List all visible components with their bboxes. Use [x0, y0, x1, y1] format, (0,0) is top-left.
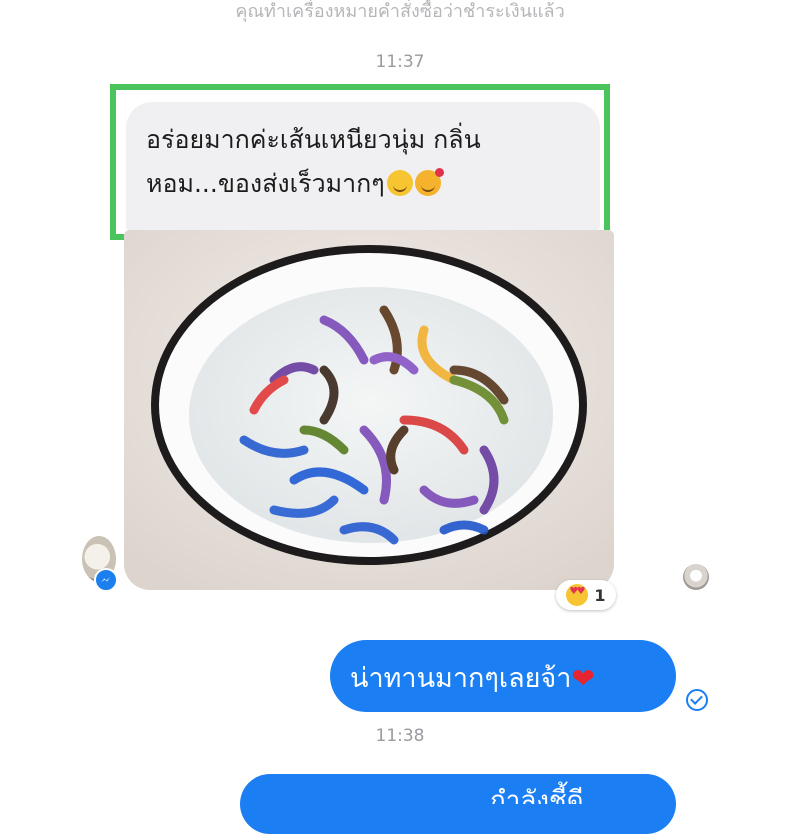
system-message: คุณทำเครื่องหมายคำสั่งซื้อว่าชำระเงินแล้… — [235, 1, 565, 22]
reaction-badge[interactable]: 1 — [556, 580, 616, 610]
heart-eyes-icon — [566, 584, 589, 606]
food-photo[interactable] — [124, 230, 614, 590]
outgoing-message-text: น่าทานมากๆเลยจ้า❤ — [350, 656, 595, 699]
reaction-count: 1 — [594, 585, 606, 605]
dessert-bowl-image — [124, 230, 614, 590]
timestamp: 11:37 — [375, 52, 425, 72]
outgoing-message-content: น่าทานมากๆเลยจ้า — [350, 663, 572, 694]
seen-avatar-icon — [683, 564, 709, 590]
outgoing-message-bubble-2[interactable] — [240, 774, 676, 834]
delivered-check-icon — [686, 689, 708, 711]
highlight-frame — [110, 84, 610, 240]
red-heart-icon: ❤ — [571, 662, 595, 695]
outgoing-message-text-2: กำลังชี้ดี — [490, 786, 584, 804]
sender-avatar[interactable] — [82, 536, 118, 592]
messenger-icon — [94, 568, 118, 592]
timestamp: 11:38 — [375, 726, 425, 746]
